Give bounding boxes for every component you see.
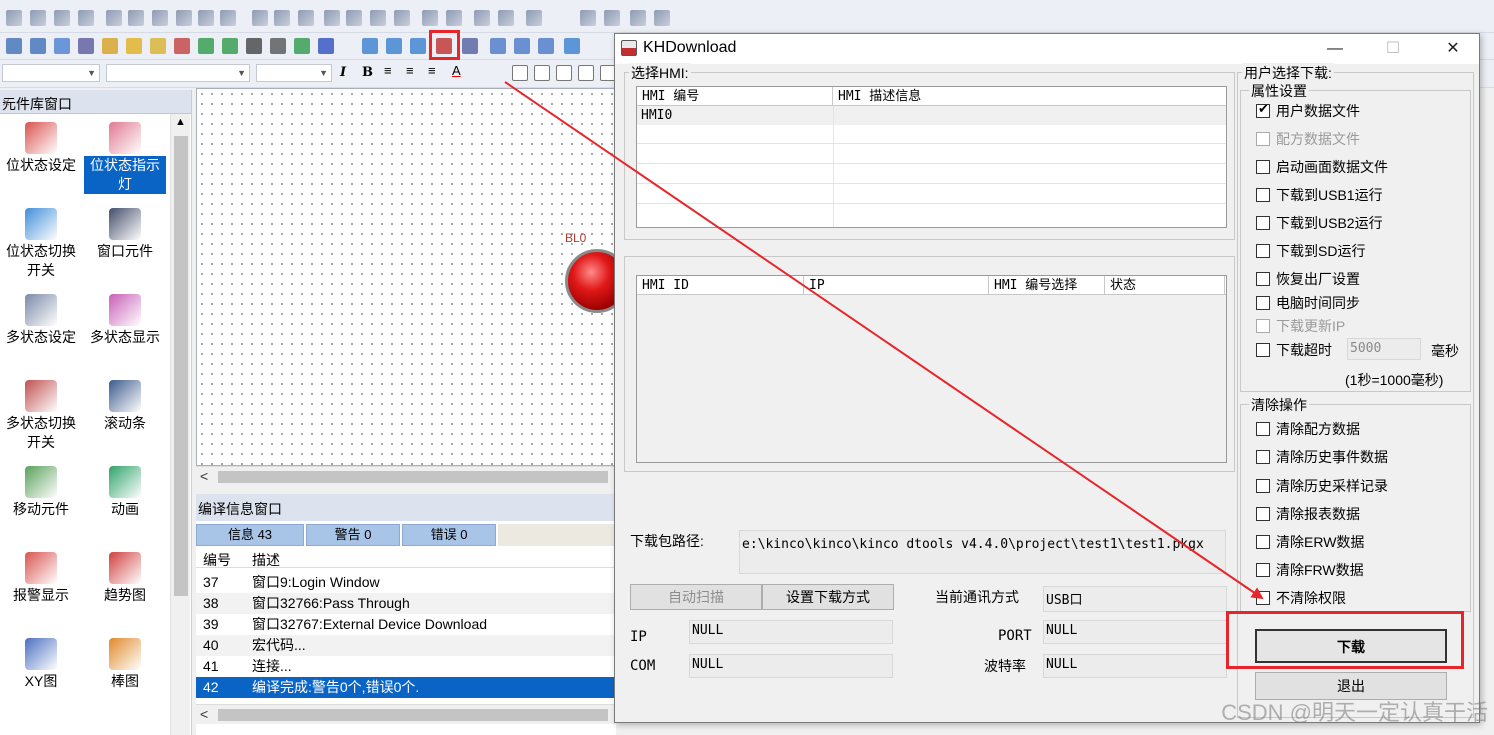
annotation-arrow <box>504 81 1264 600</box>
watermark: CSDN @明天一定认真干活 <box>1221 700 1488 725</box>
